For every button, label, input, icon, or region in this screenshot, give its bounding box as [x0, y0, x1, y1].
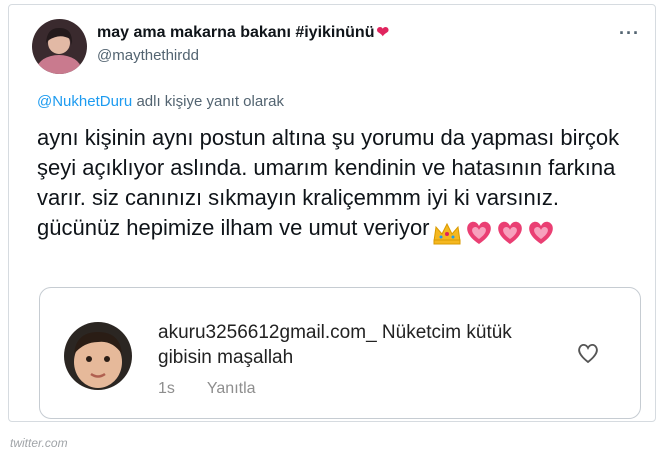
commenter-avatar[interactable]: [64, 322, 132, 390]
heart-outline-icon[interactable]: [576, 342, 600, 369]
comment-meta: 1s Yanıtla: [158, 380, 256, 398]
user-handle[interactable]: @maythethirdd: [97, 47, 199, 64]
comment-time: 1s: [158, 380, 175, 397]
reply-button[interactable]: Yanıtla: [207, 380, 256, 397]
reply-context-text: adlı kişiye yanıt olarak: [132, 93, 285, 110]
comment-text: akuru3256612gmail.com_ Nüketcim kütük gi…: [158, 320, 558, 370]
crown-emoji-icon: [432, 223, 461, 245]
heart-emoji-icon: [497, 221, 522, 245]
tweet-card: may ama makarna bakanı #iyikinünü ❤ @mayt…: [8, 4, 656, 422]
emoji-row: [432, 217, 558, 247]
user-avatar[interactable]: [32, 19, 87, 74]
heart-emoji-icon: [528, 221, 553, 245]
embedded-comment-card: akuru3256612gmail.com_ Nüketcim kütük gi…: [39, 287, 641, 419]
more-icon[interactable]: ···: [619, 23, 640, 44]
reply-mention-link[interactable]: @NukhetDuru: [37, 93, 132, 110]
heart-emoji-icon: ❤: [376, 24, 390, 41]
source-watermark: twitter.com: [10, 436, 68, 450]
heart-emoji-icon: [466, 221, 491, 245]
reply-context: @NukhetDuru adlı kişiye yanıt olarak: [37, 93, 284, 110]
display-name[interactable]: may ama makarna bakanı #iyikinünü ❤: [97, 23, 389, 42]
display-name-text: may ama makarna bakanı #iyikinünü: [97, 24, 375, 41]
commenter-username[interactable]: akuru3256612gmail.com_: [158, 322, 377, 343]
tweet-body: aynı kişinin aynı postun altına şu yorum…: [37, 123, 637, 247]
